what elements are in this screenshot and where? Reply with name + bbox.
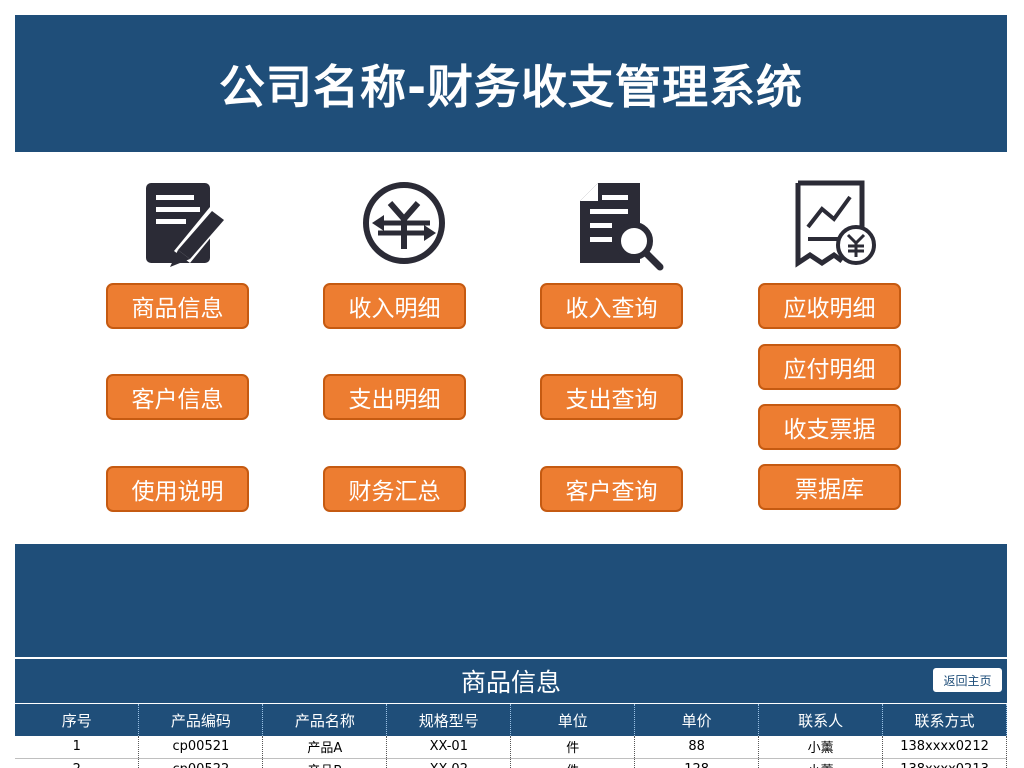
table-cell[interactable]: cp00522 bbox=[138, 758, 264, 768]
edit-document-icon bbox=[146, 183, 226, 267]
table-header-row: 序号 产品编码 产品名称 规格型号 单位 单价 联系人 联系方式 bbox=[15, 704, 1007, 736]
table-cell[interactable]: 138xxxx0213 bbox=[882, 758, 1007, 768]
table-cell[interactable]: 小薰 bbox=[758, 758, 884, 768]
table-cell[interactable]: 产品B bbox=[262, 758, 388, 768]
column-header[interactable]: 单位 bbox=[510, 704, 636, 736]
table-row: 1 cp00521 产品A XX-01 件 88 小薰 138xxxx0212 bbox=[15, 736, 1007, 759]
column-header[interactable]: 产品编码 bbox=[138, 704, 264, 736]
column-header[interactable]: 产品名称 bbox=[262, 704, 388, 736]
column-header[interactable]: 单价 bbox=[634, 704, 760, 736]
table-cell[interactable]: 128 bbox=[634, 758, 760, 768]
column-header[interactable]: 联系人 bbox=[758, 704, 884, 736]
yuan-exchange-icon bbox=[363, 182, 445, 264]
table-cell[interactable]: 88 bbox=[634, 736, 760, 759]
product-info-sheet: 商品信息 返回主页 序号 产品编码 产品名称 规格型号 单位 单价 联系人 联系… bbox=[15, 659, 1007, 768]
sheet-title-bar: 商品信息 返回主页 bbox=[15, 659, 1007, 703]
table-cell[interactable]: 2 bbox=[15, 758, 140, 768]
user-manual-button[interactable]: 使用说明 bbox=[106, 466, 249, 512]
product-info-button[interactable]: 商品信息 bbox=[106, 283, 249, 329]
payable-detail-button[interactable]: 应付明细 bbox=[758, 344, 901, 390]
expense-detail-button[interactable]: 支出明细 bbox=[323, 374, 466, 420]
column-header[interactable]: 序号 bbox=[15, 704, 140, 736]
page: 公司名称-财务收支管理系统 商品信息 客户信息 使用说明 收入明细 支出明细 财… bbox=[0, 0, 1024, 768]
customer-query-button[interactable]: 客户查询 bbox=[540, 466, 683, 512]
navigation-menu: 商品信息 客户信息 使用说明 收入明细 支出明细 财务汇总 收入查询 支出查询 … bbox=[15, 152, 1007, 544]
table-cell[interactable]: 件 bbox=[510, 758, 636, 768]
receipt-chart-icon bbox=[795, 180, 876, 268]
table-cell[interactable]: 小薰 bbox=[758, 736, 884, 759]
system-title: 公司名称-财务收支管理系统 bbox=[218, 59, 804, 114]
receipt-voucher-button[interactable]: 收支票据 bbox=[758, 404, 901, 450]
document-search-icon bbox=[580, 183, 664, 271]
table-cell[interactable]: XX-02 bbox=[386, 758, 512, 768]
table-cell[interactable]: cp00521 bbox=[138, 736, 264, 759]
expense-query-button[interactable]: 支出查询 bbox=[540, 374, 683, 420]
finance-summary-button[interactable]: 财务汇总 bbox=[323, 466, 466, 512]
back-to-home-button[interactable]: 返回主页 bbox=[932, 667, 1003, 693]
footer-banner bbox=[15, 544, 1007, 657]
receivable-detail-button[interactable]: 应收明细 bbox=[758, 283, 901, 329]
table-cell[interactable]: XX-01 bbox=[386, 736, 512, 759]
table-cell[interactable]: 1 bbox=[15, 736, 140, 759]
income-query-button[interactable]: 收入查询 bbox=[540, 283, 683, 329]
table-cell[interactable]: 件 bbox=[510, 736, 636, 759]
table-row: 2 cp00522 产品B XX-02 件 128 小薰 138xxxx0213 bbox=[15, 758, 1007, 768]
table-cell[interactable]: 138xxxx0212 bbox=[882, 736, 1007, 759]
income-detail-button[interactable]: 收入明细 bbox=[323, 283, 466, 329]
column-header[interactable]: 规格型号 bbox=[386, 704, 512, 736]
column-header[interactable]: 联系方式 bbox=[882, 704, 1007, 736]
table-cell[interactable]: 产品A bbox=[262, 736, 388, 759]
product-table: 序号 产品编码 产品名称 规格型号 单位 单价 联系人 联系方式 1 cp005… bbox=[15, 704, 1007, 768]
header-banner: 公司名称-财务收支管理系统 bbox=[15, 15, 1007, 152]
receipt-library-button[interactable]: 票据库 bbox=[758, 464, 901, 510]
sheet-title: 商品信息 bbox=[460, 668, 561, 697]
customer-info-button[interactable]: 客户信息 bbox=[106, 374, 249, 420]
